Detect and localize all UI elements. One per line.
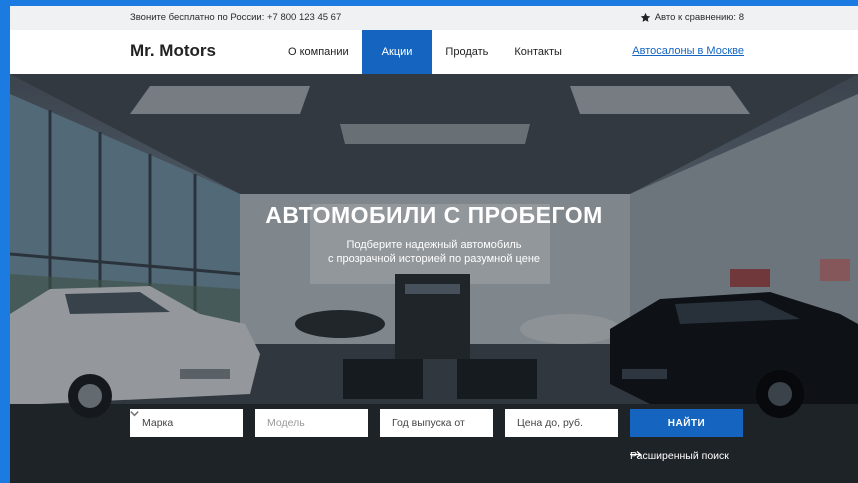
compare-label: Авто к сравнению: 8: [654, 12, 744, 23]
nav-item-contacts[interactable]: Контакты: [501, 30, 575, 74]
brand-select-value: Марка: [142, 417, 174, 429]
nav-item-promotions[interactable]: Акции: [361, 30, 433, 74]
hero-section: АВТОМОБИЛИ С ПРОБЕГОМ Подберите надежный…: [10, 74, 858, 483]
top-info-bar: Звоните бесплатно по России: +7 800 123 …: [10, 6, 858, 30]
search-filters: Марка Модель Год выпуска от Цена до, руб…: [130, 409, 618, 437]
hero-title: АВТОМОБИЛИ С ПРОБЕГОМ: [265, 202, 603, 228]
model-select[interactable]: Модель: [130, 409, 368, 437]
price-to-select[interactable]: Цена до, руб.: [130, 409, 618, 437]
year-from-select[interactable]: Год выпуска от: [130, 409, 493, 437]
advanced-search-link[interactable]: Расширенный поиск: [630, 450, 729, 462]
site-header: Mr. Motors О компании Акции Продать Конт…: [10, 30, 858, 74]
phone-label: Звоните бесплатно по России:: [130, 12, 267, 23]
star-icon: [640, 12, 650, 22]
brand-select[interactable]: Марка: [130, 409, 243, 437]
compare-link[interactable]: Авто к сравнению: 8: [640, 12, 744, 23]
dealers-link[interactable]: Автосалоны в Москве: [632, 45, 744, 57]
browser-viewport: Звоните бесплатно по России: +7 800 123 …: [10, 6, 858, 483]
year-from-select-value: Год выпуска от: [392, 417, 465, 429]
nav-item-sell[interactable]: Продать: [432, 30, 501, 74]
hero-subtitle-line-2: с прозрачной историей по разумной цене: [327, 253, 541, 265]
hero-subtitle: Подберите надежный автомобиль с прозрачн…: [10, 238, 858, 266]
nav-item-about[interactable]: О компании: [275, 30, 362, 74]
main-nav: О компании Акции Продать Контакты: [275, 30, 575, 74]
chevron-down-icon: [130, 411, 139, 417]
model-select-value: Модель: [267, 417, 305, 429]
phone-info: Звоните бесплатно по России: +7 800 123 …: [130, 12, 341, 23]
arrow-right-icon: [630, 451, 642, 458]
find-button[interactable]: НАЙТИ: [630, 409, 743, 437]
hero-subtitle-line-1: Подберите надежный автомобиль: [346, 239, 522, 251]
phone-number[interactable]: +7 800 123 45 67: [267, 12, 341, 23]
site-logo[interactable]: Mr. Motors: [130, 41, 216, 61]
price-to-select-value: Цена до, руб.: [517, 417, 583, 429]
advanced-search-label: Расширенный поиск: [630, 450, 729, 462]
